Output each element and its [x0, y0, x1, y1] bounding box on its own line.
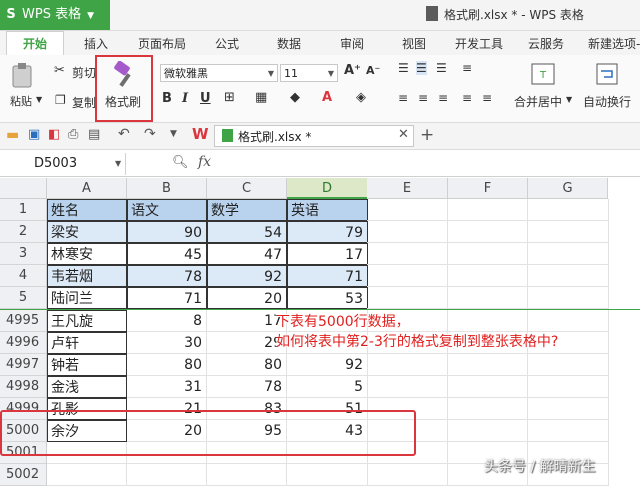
table-cell[interactable]: 17	[207, 310, 287, 332]
table-cell[interactable]	[367, 287, 448, 309]
table-cell[interactable]: 71	[127, 287, 207, 309]
table-cell[interactable]	[448, 354, 528, 376]
row-header[interactable]: 5002	[0, 464, 47, 486]
table-cell[interactable]	[528, 265, 609, 287]
table-cell[interactable]	[367, 265, 448, 287]
table-cell[interactable]: 78	[207, 376, 287, 398]
table-cell[interactable]	[528, 221, 609, 243]
table-cell[interactable]	[448, 221, 528, 243]
watermark: 头条号 / 解晴新生	[484, 459, 596, 475]
annotation-line-2: 如何将表中第2-3行的格式复制到整张表格中?	[276, 334, 559, 350]
table-cell[interactable]	[367, 464, 448, 486]
row-header[interactable]: 4996	[0, 332, 47, 354]
table-cell[interactable]	[528, 376, 609, 398]
table-cell[interactable]	[448, 376, 528, 398]
table-cell[interactable]: 71	[287, 265, 368, 287]
table-cell[interactable]	[367, 199, 448, 221]
table-cell[interactable]: 92	[287, 354, 368, 376]
row-header[interactable]: 4997	[0, 354, 47, 376]
table-cell[interactable]: 92	[207, 265, 287, 287]
table-cell[interactable]	[528, 243, 609, 265]
annotation-line-1: 下表有5000行数据，	[276, 314, 410, 330]
column-header-g[interactable]: G	[528, 178, 608, 199]
table-cell[interactable]: 数学	[207, 199, 287, 221]
table-cell[interactable]: 卢轩	[47, 332, 127, 354]
table-cell[interactable]	[287, 464, 368, 486]
row-header[interactable]: 4998	[0, 376, 47, 398]
table-cell[interactable]: 53	[287, 287, 368, 309]
table-cell[interactable]: 5	[287, 376, 368, 398]
table-cell[interactable]: 54	[207, 221, 287, 243]
table-cell[interactable]	[448, 199, 528, 221]
table-cell[interactable]: 79	[287, 221, 368, 243]
column-header-d[interactable]: D	[287, 178, 368, 199]
table-cell[interactable]: 80	[207, 354, 287, 376]
column-header-a[interactable]: A	[47, 178, 127, 199]
table-cell[interactable]	[528, 287, 609, 309]
column-header-b[interactable]: B	[127, 178, 207, 199]
table-cell[interactable]: 31	[127, 376, 207, 398]
table-cell[interactable]: 金浅	[47, 376, 127, 398]
row-header[interactable]: 2	[0, 221, 47, 243]
table-cell[interactable]	[367, 354, 448, 376]
table-cell[interactable]	[528, 398, 609, 420]
row-header[interactable]: 5	[0, 287, 47, 309]
table-cell[interactable]: 78	[127, 265, 207, 287]
table-cell[interactable]	[448, 243, 528, 265]
column-header-c[interactable]: C	[207, 178, 287, 199]
table-cell[interactable]	[448, 287, 528, 309]
row-header[interactable]: 3	[0, 243, 47, 265]
table-cell[interactable]: 45	[127, 243, 207, 265]
table-cell[interactable]: 王凡旋	[47, 310, 127, 332]
table-cell[interactable]	[528, 199, 609, 221]
table-cell[interactable]: 林寒安	[47, 243, 127, 265]
table-cell[interactable]	[367, 376, 448, 398]
question-annotation: 下表有5000行数据， 如何将表中第2-3行的格式复制到整张表格中?	[276, 312, 558, 352]
column-header-f[interactable]: F	[448, 178, 528, 199]
table-cell[interactable]: 语文	[127, 199, 207, 221]
table-cell[interactable]	[207, 464, 287, 486]
spreadsheet-grid: A B C D E F G 1 姓名 语文 数学 英语 2 梁安 90 54 79 3 林寒安 45 47 17 4 韦若烟 7…	[0, 0, 640, 486]
table-cell[interactable]	[448, 420, 528, 442]
table-cell[interactable]	[367, 243, 448, 265]
table-cell[interactable]	[127, 464, 207, 486]
table-cell[interactable]	[367, 221, 448, 243]
table-cell[interactable]: 20	[207, 287, 287, 309]
table-cell[interactable]	[448, 265, 528, 287]
select-all-corner[interactable]	[0, 178, 47, 199]
table-cell[interactable]	[528, 354, 609, 376]
highlight-box	[0, 410, 416, 456]
row-header[interactable]: 4	[0, 265, 47, 287]
table-cell[interactable]: 韦若烟	[47, 265, 127, 287]
table-cell[interactable]: 梁安	[47, 221, 127, 243]
row-header[interactable]: 1	[0, 199, 47, 221]
table-cell[interactable]: 英语	[287, 199, 368, 221]
table-cell[interactable]: 姓名	[47, 199, 127, 221]
split-line	[0, 309, 640, 310]
table-cell[interactable]: 29	[207, 332, 287, 354]
row-header[interactable]: 4995	[0, 310, 47, 332]
table-cell[interactable]: 47	[207, 243, 287, 265]
table-cell[interactable]	[448, 398, 528, 420]
table-cell[interactable]	[528, 420, 609, 442]
table-cell[interactable]: 8	[127, 310, 207, 332]
table-cell[interactable]	[47, 464, 127, 486]
table-cell[interactable]: 90	[127, 221, 207, 243]
table-cell[interactable]: 30	[127, 332, 207, 354]
column-header-e[interactable]: E	[367, 178, 448, 199]
table-cell[interactable]: 80	[127, 354, 207, 376]
table-cell[interactable]: 17	[287, 243, 368, 265]
table-cell[interactable]: 钟若	[47, 354, 127, 376]
table-cell[interactable]: 陆问兰	[47, 287, 127, 309]
